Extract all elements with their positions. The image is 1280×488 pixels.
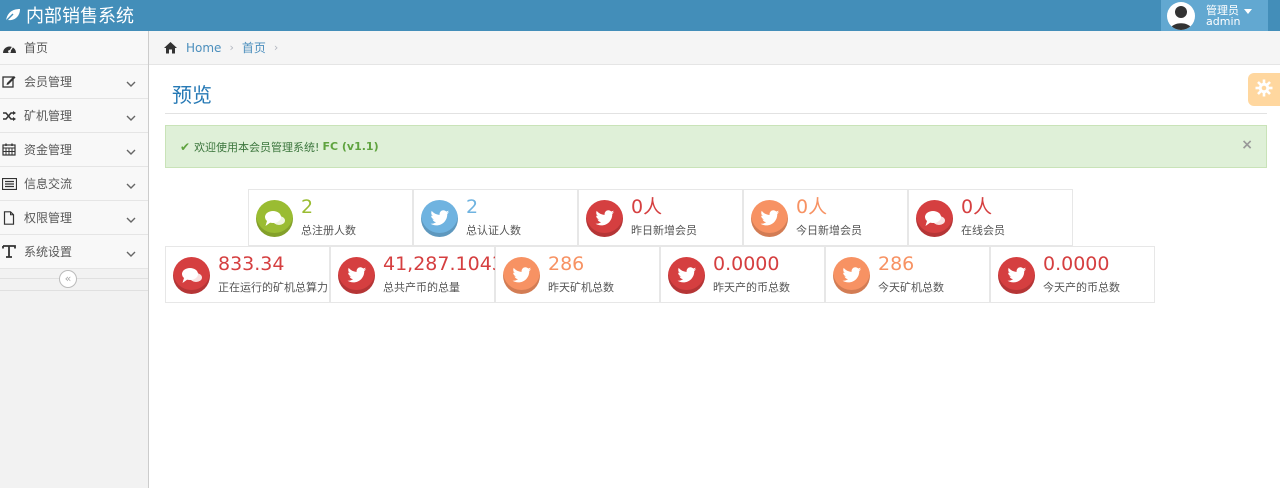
edit-icon — [0, 75, 18, 89]
twitter-icon — [998, 257, 1035, 294]
stat-value: 0.0000 — [713, 253, 780, 275]
leaf-icon — [4, 7, 22, 23]
stat-infobox: 286 昨天矿机总数 — [495, 246, 660, 303]
home-icon — [163, 41, 178, 54]
sidebar: 首页 会员管理 矿机管理 资金管理 信息交流 权限管理 系统设置 « — [0, 31, 149, 488]
app-brand[interactable]: 内部销售系统 — [4, 2, 134, 28]
avatar — [1167, 1, 1195, 30]
stat-infobox: 0人在线会员 — [908, 189, 1073, 246]
stat-label: 昨天产的币总数 — [713, 281, 790, 294]
stat-infobox: 0.0000 今天产的币总数 — [990, 246, 1155, 303]
stat-infobox: 0.0000 昨天产的币总数 — [660, 246, 825, 303]
comments-icon — [173, 257, 210, 294]
file-icon — [0, 210, 18, 225]
comments-icon — [916, 200, 953, 237]
alert-message: 欢迎使用本会员管理系统! — [194, 140, 320, 154]
stat-infobox: 41,287.1043 总共产币的总量 — [330, 246, 504, 303]
close-alert-button[interactable]: × — [1241, 137, 1253, 153]
sidebar-item-label: 资金管理 — [24, 143, 73, 157]
comments-icon — [256, 200, 293, 237]
app-title: 内部销售系统 — [26, 6, 134, 27]
chevron-down-icon — [126, 213, 136, 227]
stat-infobox: 833.34 正在运行的矿机总算力 — [165, 246, 330, 303]
breadcrumb-home-link[interactable]: Home — [186, 41, 221, 55]
stat-label: 今日新增会员 — [796, 224, 862, 237]
twitter-icon — [421, 200, 458, 237]
stat-label: 总认证人数 — [466, 224, 521, 237]
user-role: 管理员 — [1206, 3, 1239, 17]
sidebar-item-messages[interactable]: 信息交流 — [0, 167, 148, 201]
stat-value: 286 — [878, 253, 915, 275]
stat-infobox: 286 今天矿机总数 — [825, 246, 990, 303]
sidebar-item-funds[interactable]: 资金管理 — [0, 133, 148, 167]
sidebar-item-label: 矿机管理 — [24, 109, 73, 123]
chevron-down-icon — [126, 247, 136, 261]
stat-label: 今天矿机总数 — [878, 281, 944, 294]
breadcrumb-separator: › — [273, 41, 279, 54]
gear-icon — [1255, 79, 1273, 100]
stat-label: 总共产币的总量 — [383, 281, 460, 294]
twitter-icon — [668, 257, 705, 294]
stat-value: 2 — [466, 196, 479, 218]
chevron-down-icon — [126, 179, 136, 193]
twitter-icon — [586, 200, 623, 237]
breadcrumb: Home › 首页 › — [149, 31, 1280, 65]
sidebar-item-label: 会员管理 — [24, 75, 73, 89]
sidebar-item-permissions[interactable]: 权限管理 — [0, 201, 148, 235]
stat-label: 昨天矿机总数 — [548, 281, 614, 294]
sidebar-item-label: 首页 — [24, 41, 49, 55]
twitter-icon — [751, 200, 788, 237]
twitter-icon — [833, 257, 870, 294]
twitter-icon — [503, 257, 540, 294]
collapse-sidebar-button[interactable]: « — [59, 270, 77, 288]
stat-infobox: 0人今日新增会员 — [743, 189, 908, 246]
user-name: admin — [1206, 14, 1241, 28]
page-title: 预览 — [172, 83, 212, 107]
stat-infobox: 2 总认证人数 — [413, 189, 578, 246]
stat-value: 0人 — [961, 196, 993, 218]
stat-value: 41,287.1043 — [383, 253, 504, 275]
sidebar-item-home[interactable]: 首页 — [0, 31, 148, 65]
stat-label: 正在运行的矿机总算力 — [218, 281, 328, 294]
sidebar-item-settings[interactable]: 系统设置 — [0, 235, 148, 269]
settings-toggle-button[interactable] — [1248, 73, 1280, 106]
chevron-down-icon — [126, 111, 136, 125]
breadcrumb-separator: › — [229, 41, 234, 54]
stat-label: 在线会员 — [961, 224, 1005, 237]
sidebar-item-miners[interactable]: 矿机管理 — [0, 99, 148, 133]
stat-label: 今天产的币总数 — [1043, 281, 1120, 294]
welcome-alert: ✔ 欢迎使用本会员管理系统! FC (v1.1) × — [165, 125, 1267, 168]
calendar-icon — [0, 143, 18, 157]
chevron-down-icon — [126, 77, 136, 91]
stat-value: 833.34 — [218, 253, 285, 275]
sidebar-item-label: 权限管理 — [24, 211, 73, 225]
twitter-icon — [338, 257, 375, 294]
list-icon — [0, 177, 18, 191]
sidebar-item-label: 系统设置 — [24, 245, 73, 259]
sidebar-collapse-bar: « — [0, 267, 148, 291]
sidebar-item-members[interactable]: 会员管理 — [0, 65, 148, 99]
chevron-down-icon — [126, 145, 136, 159]
title-divider — [165, 113, 1267, 114]
stat-infobox: 0人昨日新增会员 — [578, 189, 743, 246]
top-navbar: 内部销售系统 管理员 admin — [0, 0, 1280, 31]
stat-label: 总注册人数 — [301, 224, 356, 237]
shuffle-icon — [0, 109, 18, 123]
stat-value: 0人 — [631, 196, 663, 218]
stat-value: 0人 — [796, 196, 828, 218]
breadcrumb-current-link[interactable]: 首页 — [242, 39, 266, 56]
stat-value: 2 — [301, 196, 314, 218]
stat-value: 286 — [548, 253, 585, 275]
stat-value: 0.0000 — [1043, 253, 1110, 275]
user-menu[interactable]: 管理员 admin — [1161, 0, 1268, 31]
check-icon: ✔ — [180, 139, 191, 154]
text-icon — [0, 245, 18, 259]
stat-label: 昨日新增会员 — [631, 224, 697, 237]
alert-brand: FC (v1.1) — [322, 140, 379, 153]
dashboard-icon — [0, 41, 18, 55]
sidebar-item-label: 信息交流 — [24, 177, 73, 191]
stat-infobox: 2 总注册人数 — [248, 189, 413, 246]
caret-down-icon — [1244, 9, 1252, 14]
